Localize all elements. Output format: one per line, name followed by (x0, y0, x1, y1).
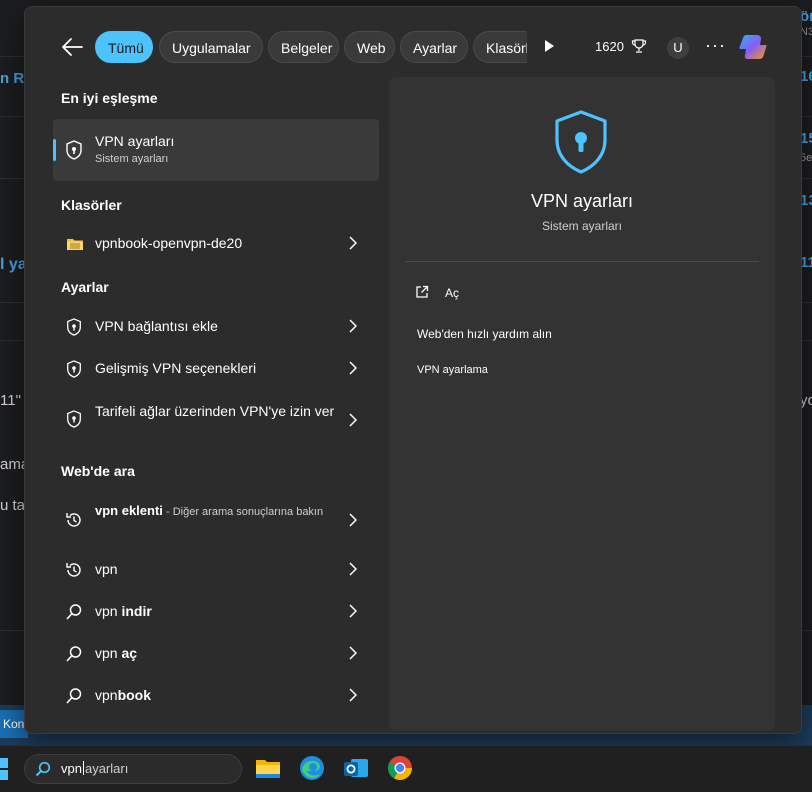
best-match-title: VPN ayarları (95, 133, 175, 149)
section-title-settings: Ayarlar (61, 279, 109, 295)
folder-icon (67, 239, 83, 250)
folder-item[interactable]: vpnbook-openvpn-de20 (53, 224, 379, 264)
web-help-link[interactable]: Web'den hızlı yardım alın (417, 327, 552, 341)
folder-label: vpnbook-openvpn-de20 (95, 235, 243, 251)
web-search-item[interactable]: vpn (53, 550, 379, 590)
best-match-item[interactable]: VPN ayarları Sistem ayarları (53, 119, 379, 181)
filter-chip-web[interactable]: Web (344, 31, 395, 63)
rewards-points[interactable]: 1620 (595, 39, 624, 54)
search-icon (66, 688, 82, 704)
shield-icon (66, 140, 82, 160)
file-explorer-icon[interactable] (254, 754, 282, 782)
search-query-text: vpn ayarları (61, 761, 128, 776)
outlook-icon[interactable] (342, 754, 370, 782)
filter-bar: Tümü Uygulamalar Belgeler Web Ayarlar Kl… (25, 7, 801, 81)
settings-item[interactable]: VPN bağlantısı ekle (53, 307, 379, 347)
best-match-subtitle: Sistem ayarları (95, 153, 169, 165)
edge-icon[interactable] (298, 754, 326, 782)
search-icon (35, 761, 51, 777)
background-text: l ya (0, 256, 27, 273)
taskbar: vpn ayarları (0, 745, 812, 792)
search-icon (66, 604, 82, 620)
typed-text: vpn (61, 761, 82, 776)
web-search-label: vpn (95, 561, 118, 577)
web-search-item[interactable]: vpn indir (53, 592, 379, 632)
web-search-label: vpnbook (95, 687, 151, 703)
web-search-query: vpn (95, 561, 118, 577)
shield-icon (555, 110, 607, 174)
web-search-suggestion: aç (121, 645, 138, 661)
web-search-hint: - Diğer arama sonuçlarına bakın (162, 506, 324, 518)
chevron-right-icon (349, 319, 357, 333)
settings-item-label: VPN bağlantısı ekle (95, 318, 218, 334)
search-panel: Tümü Uygulamalar Belgeler Web Ayarlar Kl… (24, 6, 802, 734)
web-search-item[interactable]: vpn eklenti - Diğer arama sonuçlarına ba… (53, 497, 379, 543)
preview-subtitle: Sistem ayarları (541, 219, 623, 233)
web-search-query: vpn (95, 687, 118, 703)
web-search-label: vpn eklenti - Diğer arama sonuçlarına ba… (95, 501, 335, 522)
filter-chip-documents[interactable]: Belgeler (268, 31, 339, 63)
settings-item[interactable]: Gelişmiş VPN seçenekleri (53, 349, 379, 389)
preview-title: VPN ayarları (530, 191, 634, 211)
history-icon (66, 513, 81, 527)
web-search-query: vpn eklenti (95, 503, 163, 518)
settings-item-label: Gelişmiş VPN seçenekleri (95, 360, 257, 376)
chevron-right-icon (349, 413, 357, 427)
autocomplete-text: ayarları (84, 761, 129, 776)
web-search-item[interactable]: vpn aç (53, 634, 379, 674)
text-caret (82, 761, 84, 775)
vpn-setup-link[interactable]: VPN ayarlama (417, 364, 488, 376)
shield-icon (67, 318, 81, 336)
chevron-right-icon (349, 646, 357, 660)
section-title-folders: Klasörler (61, 197, 122, 213)
search-icon (66, 646, 82, 662)
chevron-right-icon (349, 604, 357, 618)
web-search-label: vpn indir (95, 603, 152, 619)
section-title-web: Web'de ara (61, 463, 135, 479)
background-text: 11" (0, 392, 21, 409)
filter-chip-apps[interactable]: Uygulamalar (159, 31, 263, 63)
web-search-query: vpn (95, 603, 122, 619)
web-search-item[interactable]: vpnbook (53, 676, 379, 716)
more-options-icon[interactable]: ··· (705, 35, 726, 56)
history-icon (66, 563, 81, 577)
web-search-label: vpn aç (95, 645, 137, 661)
preview-pane: VPN ayarları Sistem ayarları Aç Web'den … (389, 77, 775, 731)
chevron-right-icon (349, 236, 357, 250)
section-title-best-match: En iyi eşleşme (61, 90, 158, 106)
background-text: u ta (0, 497, 26, 514)
play-icon[interactable] (545, 40, 554, 52)
selection-indicator (53, 139, 56, 161)
chrome-icon[interactable] (386, 754, 414, 782)
divider (405, 261, 759, 262)
taskbar-search-input[interactable]: vpn ayarları (24, 754, 242, 784)
chevron-right-icon (349, 562, 357, 576)
open-action[interactable]: Aç (413, 283, 513, 303)
filter-chip-folders[interactable]: Klasörl (473, 31, 527, 63)
windows-start-icon[interactable] (0, 758, 10, 780)
web-search-query: vpn (95, 645, 122, 661)
settings-item[interactable]: Tarifeli ağlar üzerinden VPN'ye izin ver (53, 395, 379, 443)
filter-chip-all[interactable]: Tümü (95, 31, 153, 63)
open-external-icon (416, 285, 429, 298)
shield-icon (67, 410, 81, 428)
web-search-suggestion: book (117, 687, 152, 703)
shield-icon (67, 360, 81, 378)
trophy-icon[interactable] (631, 38, 647, 54)
chevron-right-icon (349, 513, 357, 527)
web-search-suggestion: indir (121, 603, 152, 619)
avatar[interactable]: U (667, 37, 689, 59)
copilot-icon[interactable] (737, 31, 769, 63)
settings-item-label: Tarifeli ağlar üzerinden VPN'ye izin ver (95, 403, 335, 419)
chevron-right-icon (349, 361, 357, 375)
filter-chip-settings[interactable]: Ayarlar (400, 31, 468, 63)
chevron-right-icon (349, 688, 357, 702)
back-arrow-icon[interactable] (61, 37, 83, 57)
open-action-label: Aç (445, 286, 460, 300)
